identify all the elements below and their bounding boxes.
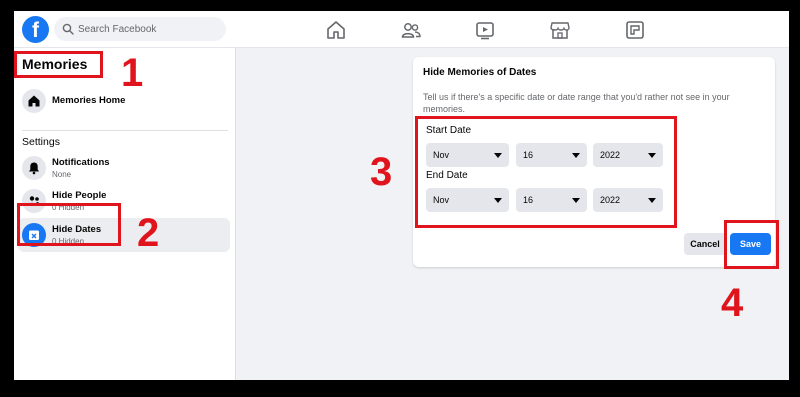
search-box[interactable] [54,17,226,41]
home-icon[interactable] [325,19,347,41]
annotation-number-1: 1 [121,51,144,95]
annotation-number-4: 4 [721,281,744,325]
sidebar-item-label: Memories Home [52,95,126,106]
annotation-number-2: 2 [137,211,160,255]
annotation-box-memories [14,51,103,78]
card-description: Tell us if there's a specific date or da… [423,92,730,114]
marketplace-icon[interactable] [549,19,571,41]
bell-icon [22,156,46,180]
annotation-box-hide-dates [17,203,121,246]
search-input[interactable] [78,17,218,41]
annotation-box-date-pickers [415,116,677,228]
facebook-logo[interactable]: f [22,16,49,43]
sidebar-item-label: Notifications [52,157,110,168]
settings-heading: Settings [22,136,60,148]
top-navigation-bar: f [14,11,789,48]
sidebar-item-status: None [52,170,72,179]
sidebar-item-label: Hide People [52,190,107,201]
home-icon [22,89,46,113]
sidebar-divider [22,130,228,131]
pages-icon[interactable] [624,19,646,41]
search-icon [62,23,74,35]
sidebar-item-notifications[interactable]: Notifications None [18,151,230,185]
watch-icon[interactable] [474,19,496,41]
friends-icon[interactable] [400,19,422,41]
annotation-box-save [724,220,779,269]
card-title: Hide Memories of Dates [423,67,537,78]
cancel-button[interactable]: Cancel [684,233,726,255]
annotation-number-3: 3 [370,150,393,194]
